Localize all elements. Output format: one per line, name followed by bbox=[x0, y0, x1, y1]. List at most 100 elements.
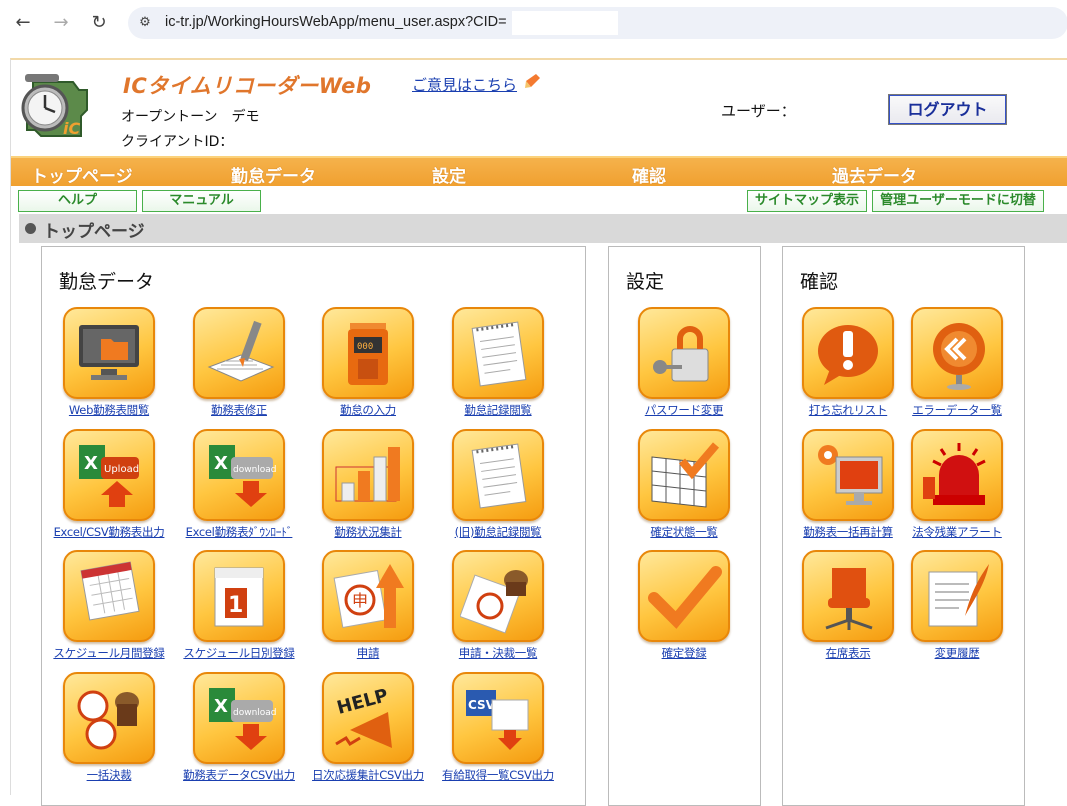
menu-tile[interactable]: 申請・決裁一覧 bbox=[438, 550, 558, 661]
menu-past-data[interactable]: 過去データ bbox=[832, 162, 917, 187]
tile-link[interactable]: Web勤務表閲覧 bbox=[49, 402, 169, 418]
tile-link[interactable]: 勤務表データCSV出力 bbox=[179, 767, 299, 783]
reload-icon[interactable]: ↻ bbox=[86, 10, 112, 36]
menu-tile[interactable]: 確定状態一覧 bbox=[624, 429, 744, 540]
tile-link[interactable]: 勤務表修正 bbox=[179, 402, 299, 418]
menu-tile[interactable]: 勤務表一括再計算 bbox=[788, 429, 908, 540]
logout-button[interactable]: ログアウト bbox=[888, 94, 1007, 125]
tile-link[interactable]: Excel/CSV勤務表出力 bbox=[49, 524, 169, 540]
tile-link[interactable]: 申請・決裁一覧 bbox=[438, 645, 558, 661]
tile-link[interactable]: 確定登録 bbox=[624, 645, 744, 661]
csv-export-icon[interactable]: CSV bbox=[452, 672, 544, 764]
menu-settings[interactable]: 設定 bbox=[432, 162, 466, 187]
calendar-day-icon[interactable]: 1 bbox=[193, 550, 285, 642]
menu-confirm[interactable]: 確認 bbox=[632, 162, 666, 187]
menu-tile[interactable]: エラーデータ一覧 bbox=[897, 307, 1017, 418]
tile-link[interactable]: 確定状態一覧 bbox=[624, 524, 744, 540]
menu-tile[interactable]: 打ち忘れリスト bbox=[788, 307, 908, 418]
menu-tile[interactable]: 確定登録 bbox=[624, 550, 744, 661]
tile-link[interactable]: (旧)勤怠記録閲覧 bbox=[438, 524, 558, 540]
site-info-icon[interactable]: ⚙ bbox=[137, 15, 153, 31]
tile-link[interactable]: 変更履歴 bbox=[897, 645, 1017, 661]
calendar-month-icon[interactable] bbox=[63, 550, 155, 642]
tile-link[interactable]: 在席表示 bbox=[788, 645, 908, 661]
menu-tile[interactable]: 法令残業アラート bbox=[897, 429, 1017, 540]
menu-kintai-data[interactable]: 勤怠データ bbox=[231, 162, 316, 187]
tile-link[interactable]: 勤務表一括再計算 bbox=[788, 524, 908, 540]
menu-top-page[interactable]: トップページ bbox=[31, 162, 133, 187]
help-megaphone-icon[interactable]: HELP bbox=[322, 672, 414, 764]
tile-link[interactable]: エラーデータ一覧 bbox=[897, 402, 1017, 418]
pencil-icon[interactable] bbox=[523, 71, 543, 91]
menu-tile[interactable]: パスワード変更 bbox=[624, 307, 744, 418]
tile-link[interactable]: 一括決裁 bbox=[49, 767, 169, 783]
menu-tile[interactable]: 申申請 bbox=[308, 550, 428, 661]
tile-link[interactable]: 勤怠記録閲覧 bbox=[438, 402, 558, 418]
monitor-gear-icon[interactable] bbox=[802, 429, 894, 521]
admin-mode-button[interactable]: 管理ユーザーモードに切替 bbox=[872, 190, 1044, 212]
padlock-key-icon[interactable] bbox=[638, 307, 730, 399]
tile-link[interactable]: スケジュール日別登録 bbox=[179, 645, 299, 661]
menu-tile[interactable]: スケジュール月間登録 bbox=[49, 550, 169, 661]
tile-link[interactable]: 申請 bbox=[308, 645, 428, 661]
menu-tile[interactable]: Xdownload 勤務表データCSV出力 bbox=[179, 672, 299, 783]
sitemap-button[interactable]: サイトマップ表示 bbox=[747, 190, 867, 212]
excel-upload-icon[interactable]: X Upload bbox=[63, 429, 155, 521]
stamp-multi-icon[interactable] bbox=[63, 672, 155, 764]
feedback-link[interactable]: ご意見はこちら bbox=[412, 74, 517, 95]
menu-tile[interactable]: 在席表示 bbox=[788, 550, 908, 661]
tile-link[interactable]: Excel勤務表ﾀﾞｳﾝﾛｰﾄﾞ bbox=[179, 524, 299, 540]
menu-tile[interactable]: 勤怠記録閲覧 bbox=[438, 307, 558, 418]
menu-tile[interactable]: 1 スケジュール日別登録 bbox=[179, 550, 299, 661]
menu-tile[interactable]: 一括決裁 bbox=[49, 672, 169, 783]
app-logo-icon: iC bbox=[15, 68, 95, 148]
menu-tile[interactable]: 変更履歴 bbox=[897, 550, 1017, 661]
menu-tile[interactable]: 000 勤怠の入力 bbox=[308, 307, 428, 418]
bar-chart-3d-icon[interactable] bbox=[322, 429, 414, 521]
notepad-icon[interactable] bbox=[452, 429, 544, 521]
pen-grid-icon[interactable] bbox=[193, 307, 285, 399]
back-arrow-icon[interactable]: ← bbox=[10, 10, 36, 36]
menu-tile[interactable]: HELP 日次応援集計CSV出力 bbox=[308, 672, 428, 783]
svg-text:X: X bbox=[84, 453, 98, 474]
notepad-icon[interactable] bbox=[452, 307, 544, 399]
tile-link[interactable]: 打ち忘れリスト bbox=[788, 402, 908, 418]
alarm-light-icon[interactable] bbox=[911, 429, 1003, 521]
request-arrow-icon[interactable]: 申 bbox=[322, 550, 414, 642]
excel-download-icon[interactable]: Xdownload bbox=[193, 429, 285, 521]
checkmark-icon[interactable] bbox=[638, 550, 730, 642]
menu-tile[interactable]: (旧)勤怠記録閲覧 bbox=[438, 429, 558, 540]
scroll-quill-icon[interactable] bbox=[911, 550, 1003, 642]
menu-tile[interactable]: CSV 有給取得一覧CSV出力 bbox=[438, 672, 558, 783]
monitor-folder-icon[interactable] bbox=[63, 307, 155, 399]
svg-text:X: X bbox=[214, 453, 228, 474]
menu-tile[interactable]: Xdownload Excel勤務表ﾀﾞｳﾝﾛｰﾄﾞ bbox=[179, 429, 299, 540]
stamp-icon[interactable] bbox=[452, 550, 544, 642]
tile-link[interactable]: 勤務状況集計 bbox=[308, 524, 428, 540]
excel-download-icon[interactable]: Xdownload bbox=[193, 672, 285, 764]
menu-tile[interactable]: 勤務表修正 bbox=[179, 307, 299, 418]
url-text[interactable]: ic-tr.jp/WorkingHoursWebApp/menu_user.as… bbox=[165, 14, 507, 30]
tile-link[interactable]: 有給取得一覧CSV出力 bbox=[438, 767, 558, 783]
exclamation-bubble-icon[interactable] bbox=[802, 307, 894, 399]
tile-link[interactable]: 勤怠の入力 bbox=[308, 402, 428, 418]
menu-tile[interactable]: 勤務状況集計 bbox=[308, 429, 428, 540]
address-bar[interactable]: ⚙ ic-tr.jp/WorkingHoursWebApp/menu_user.… bbox=[128, 7, 1067, 39]
error-sign-icon[interactable] bbox=[911, 307, 1003, 399]
time-clock-icon[interactable]: 000 bbox=[322, 307, 414, 399]
tile-link[interactable]: 法令残業アラート bbox=[897, 524, 1017, 540]
svg-text:download: download bbox=[233, 708, 277, 718]
tile-link[interactable]: スケジュール月間登録 bbox=[49, 645, 169, 661]
office-chair-icon[interactable] bbox=[802, 550, 894, 642]
forward-arrow-icon[interactable]: → bbox=[48, 10, 74, 36]
manual-button[interactable]: マニュアル bbox=[142, 190, 261, 212]
tile-link[interactable]: パスワード変更 bbox=[624, 402, 744, 418]
svg-text:1: 1 bbox=[228, 593, 243, 618]
tile-link[interactable]: 日次応援集計CSV出力 bbox=[308, 767, 428, 783]
help-button[interactable]: ヘルプ bbox=[18, 190, 137, 212]
table-check-icon[interactable] bbox=[638, 429, 730, 521]
menu-tile[interactable]: Web勤務表閲覧 bbox=[49, 307, 169, 418]
svg-text:000: 000 bbox=[357, 342, 373, 352]
svg-text:iC: iC bbox=[63, 119, 80, 138]
menu-tile[interactable]: X Upload Excel/CSV勤務表出力 bbox=[49, 429, 169, 540]
